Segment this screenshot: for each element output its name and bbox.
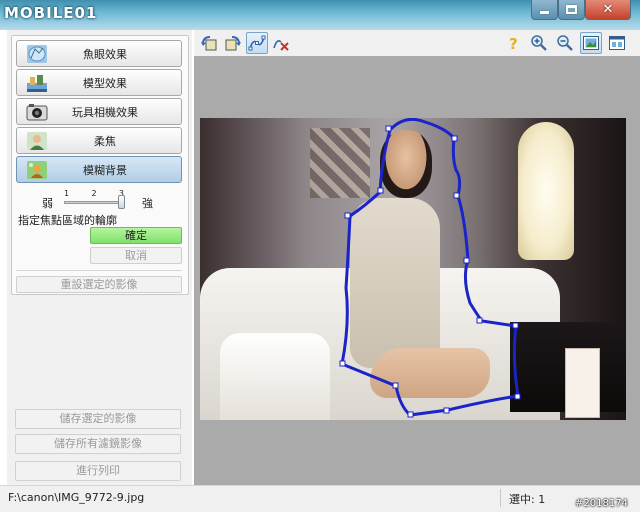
app-logo: MOBILE01 — [4, 4, 98, 22]
print-button[interactable]: 進行列印 — [15, 461, 181, 481]
effects-panel: 魚眼效果 模型效果 玩具相機效果 柔焦 模糊背景 弱 1 2 3 強 指定焦點區… — [7, 30, 192, 485]
maximize-icon — [566, 5, 577, 14]
close-icon: ✕ — [602, 2, 614, 17]
zoom-out-icon — [557, 35, 573, 51]
fisheye-button[interactable]: 魚眼效果 — [16, 40, 182, 67]
save-selected-button[interactable]: 儲存選定的影像 — [15, 409, 181, 429]
miniature-button[interactable]: 模型效果 — [16, 69, 182, 96]
rotate-right-icon — [225, 36, 241, 51]
toy-camera-button[interactable]: 玩具相機效果 — [16, 98, 182, 125]
close-button[interactable]: ✕ — [585, 0, 631, 20]
fisheye-icon — [25, 44, 49, 64]
file-path: F:\canon\IMG_9772-9.jpg — [8, 491, 145, 504]
title-bar: MOBILE01 ✕ — [0, 0, 640, 30]
ok-button[interactable]: 確定 — [90, 227, 182, 244]
help-icon: ? — [509, 35, 518, 52]
miniature-icon — [25, 73, 49, 93]
fit-image-button[interactable] — [580, 32, 602, 54]
fit-image-icon — [583, 36, 599, 50]
reset-selected-button[interactable]: 重設選定的影像 — [16, 276, 182, 293]
rotate-right-button[interactable] — [222, 32, 244, 54]
save-group: 儲存選定的影像 儲存所有濾鏡影像 進行列印 — [11, 405, 189, 485]
divider — [16, 270, 182, 271]
svg-text:?: ? — [509, 35, 518, 52]
blur-background-button[interactable]: 模糊背景 — [16, 156, 182, 183]
clear-selection-icon — [273, 40, 289, 51]
focus-selection-outline[interactable] — [200, 118, 626, 420]
help-button[interactable]: ? — [502, 32, 524, 54]
toy-camera-icon — [25, 102, 49, 122]
slider-ticks: 1 2 3 — [64, 189, 124, 198]
status-divider — [500, 489, 501, 507]
minimize-icon — [540, 11, 549, 14]
rotate-left-button[interactable] — [198, 32, 220, 54]
minimize-button[interactable] — [531, 0, 558, 20]
freehand-select-icon — [248, 35, 266, 51]
toolbar: ? — [194, 30, 640, 56]
rotate-left-icon — [201, 36, 217, 51]
blur-background-icon — [25, 160, 49, 180]
image-canvas[interactable] — [194, 56, 640, 485]
slider-thumb[interactable] — [118, 195, 125, 209]
watermark: #2018174 — [575, 498, 628, 509]
photo-preview[interactable] — [200, 118, 626, 420]
soft-focus-icon — [25, 131, 49, 151]
cancel-button[interactable]: 取消 — [90, 247, 182, 264]
view-mode-icon — [609, 36, 625, 50]
blur-strength-slider[interactable]: 弱 1 2 3 強 — [42, 189, 162, 213]
zoom-in-icon — [531, 35, 547, 51]
effects-group: 魚眼效果 模型效果 玩具相機效果 柔焦 模糊背景 弱 1 2 3 強 指定焦點區… — [11, 35, 189, 295]
clear-selection-button[interactable] — [270, 32, 292, 54]
focus-hint-text: 指定焦點區域的輪廓 — [18, 214, 117, 227]
view-mode-button[interactable] — [606, 32, 628, 54]
slider-track[interactable] — [64, 201, 124, 204]
slider-weak-label: 弱 — [42, 197, 53, 210]
status-bar: F:\canon\IMG_9772-9.jpg 選中: 1 #2018174 — [0, 485, 640, 512]
zoom-in-button[interactable] — [528, 32, 550, 54]
maximize-button[interactable] — [558, 0, 585, 20]
save-all-button[interactable]: 儲存所有濾鏡影像 — [15, 434, 181, 454]
freehand-select-button[interactable] — [246, 32, 268, 54]
selection-count: 選中: 1 — [509, 493, 546, 506]
soft-focus-button[interactable]: 柔焦 — [16, 127, 182, 154]
zoom-out-button[interactable] — [554, 32, 576, 54]
slider-strong-label: 強 — [142, 197, 153, 210]
